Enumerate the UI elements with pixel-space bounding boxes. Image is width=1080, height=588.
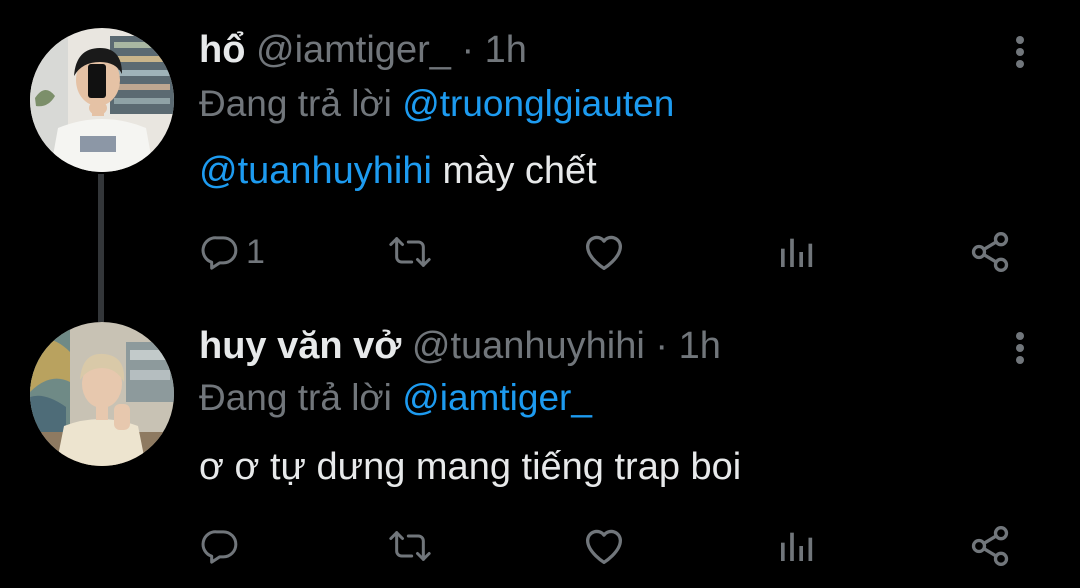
tweet-text: ơ ơ tự dưng mang tiếng trap boi [199, 444, 741, 490]
share-button[interactable] [968, 522, 1012, 570]
heart-icon [586, 529, 622, 564]
body-mention[interactable]: @tuanhuyhihi [199, 150, 432, 192]
views-button[interactable] [776, 522, 816, 570]
timestamp[interactable]: 1h [679, 325, 721, 367]
user-handle[interactable]: @tuanhuyhihi [412, 325, 645, 367]
reply-button[interactable] [200, 522, 246, 570]
avatar[interactable] [30, 322, 174, 466]
heart-icon [586, 235, 622, 270]
tweet-header: huy văn vở @tuanhuyhihi · 1h [199, 324, 721, 368]
separator-dot: · [655, 325, 669, 367]
views-icon [781, 238, 813, 267]
more-options-button[interactable] [1004, 326, 1036, 370]
action-bar: 1 [196, 228, 1026, 276]
retweet-icon [389, 531, 431, 561]
retweet-icon [389, 237, 431, 267]
share-icon [971, 526, 1009, 566]
reply-icon [201, 530, 238, 564]
share-button[interactable] [968, 228, 1012, 276]
tweet-2[interactable]: huy văn vở @tuanhuyhihi · 1h Đang trả lờ… [0, 300, 1080, 588]
user-avatar-image [30, 322, 174, 466]
reply-button[interactable]: 1 [200, 228, 265, 276]
replying-to-mention[interactable]: @iamtiger_ [402, 377, 592, 418]
tweet-header: hổ @iamtiger_ · 1h [199, 28, 527, 72]
more-vertical-icon [1016, 332, 1024, 364]
timestamp[interactable]: 1h [485, 29, 527, 71]
display-name[interactable]: hổ [199, 29, 245, 71]
replying-to-line: Đang trả lời @iamtiger_ [199, 376, 592, 420]
replying-to-label: Đang trả lời [199, 377, 392, 418]
replying-to-line: Đang trả lời @truonglgiauten [199, 82, 674, 126]
user-handle[interactable]: @iamtiger_ [256, 29, 451, 71]
tweet-text: @tuanhuyhihi mày chết [199, 148, 597, 194]
more-options-button[interactable] [1004, 30, 1036, 74]
retweet-button[interactable] [388, 228, 432, 276]
views-button[interactable] [776, 228, 816, 276]
reply-count: 1 [246, 232, 265, 271]
separator-dot: · [461, 29, 475, 71]
avatar[interactable] [30, 28, 174, 172]
body-text: ơ ơ tự dưng mang tiếng trap boi [199, 446, 742, 488]
more-vertical-icon [1016, 36, 1024, 68]
retweet-button[interactable] [388, 522, 432, 570]
display-name[interactable]: huy văn vở [199, 325, 401, 367]
like-button[interactable] [582, 522, 626, 570]
views-icon [781, 532, 813, 561]
like-button[interactable] [582, 228, 626, 276]
replying-to-mention[interactable]: @truonglgiauten [402, 83, 674, 124]
share-icon [971, 232, 1009, 272]
reply-icon [201, 236, 238, 270]
body-text: mày chết [431, 150, 597, 192]
tweet-1[interactable]: hổ @iamtiger_ · 1h Đang trả lời @truongl… [0, 0, 1080, 300]
replying-to-label: Đang trả lời [199, 83, 392, 124]
user-avatar-image [30, 28, 174, 172]
action-bar [196, 522, 1026, 570]
